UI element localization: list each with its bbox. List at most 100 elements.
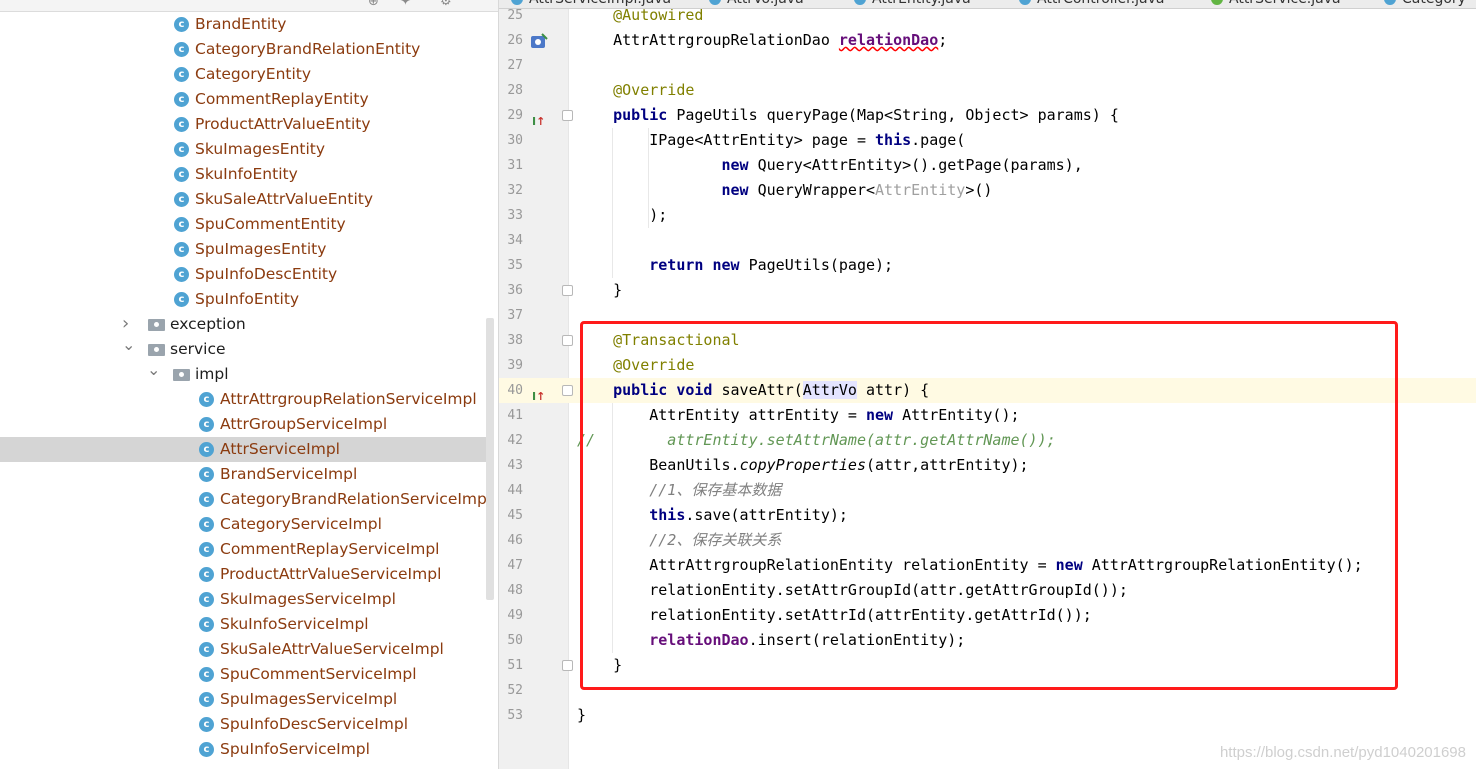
tree-item-SkuSaleAttrValueEntity[interactable]: c SkuSaleAttrValueEntity (0, 187, 490, 212)
tree-folder-impl[interactable]: ⌄ impl (0, 360, 490, 387)
indent-guide (648, 128, 649, 228)
code-line[interactable]: 32 new QueryWrapper<AttrEntity>() (499, 178, 1476, 203)
code-line[interactable]: 26 AttrAttrgroupRelationDao relationDao; (499, 28, 1476, 53)
tree-item-label: SkuSaleAttrValueEntity (195, 190, 374, 208)
line-number: 40 (507, 383, 523, 398)
line-number: 44 (507, 483, 523, 498)
code-line[interactable]: 34 (499, 228, 1476, 253)
tree-item-SpuInfoServiceImpl[interactable]: c SpuInfoServiceImpl (0, 737, 490, 762)
editor-tab[interactable]: AttrEntity.java (854, 0, 971, 8)
tree-item-CategoryBrandRelationServiceImpl[interactable]: c CategoryBrandRelationServiceImpl (0, 487, 492, 512)
tab-label: AttrEntity.java (872, 0, 971, 7)
tree-item-SkuInfoEntity[interactable]: c SkuInfoEntity (0, 162, 490, 187)
tree-item-SkuInfoServiceImpl[interactable]: c SkuInfoServiceImpl (0, 612, 490, 637)
code-line[interactable]: 27 (499, 53, 1476, 78)
gear-icon[interactable]: ⚙ (440, 0, 452, 9)
code-line[interactable]: 35 return new PageUtils(page); (499, 253, 1476, 278)
tree-folder-label: service (170, 340, 226, 358)
tree-item-AttrAttrgroupRelationServiceImpl[interactable]: c AttrAttrgroupRelationServiceImpl (0, 387, 490, 412)
tree-item-ProductAttrValueEntity[interactable]: c ProductAttrValueEntity (0, 112, 490, 137)
code-text: } (577, 281, 623, 299)
tree-item-label: SpuImagesEntity (195, 240, 327, 258)
pin-icon[interactable]: ✦ (400, 0, 411, 9)
tree-item-SkuImagesServiceImpl[interactable]: c SkuImagesServiceImpl (0, 587, 490, 612)
code-line[interactable]: 28 @Override (499, 78, 1476, 103)
java-class-icon: c (174, 142, 189, 157)
tree-item-CategoryEntity[interactable]: c CategoryEntity (0, 62, 490, 87)
tree-item-label: SkuInfoServiceImpl (220, 615, 369, 633)
package-folder-icon (148, 344, 165, 356)
java-class-icon: c (174, 267, 189, 282)
code-line[interactable]: 29 Ⅰ↑ public PageUtils queryPage(Map<Stri… (499, 103, 1476, 128)
editor-tab[interactable]: AttrServiceImpl.java (511, 0, 671, 8)
java-class-icon: c (174, 217, 189, 232)
code-line[interactable]: 31 new Query<AttrEntity>().getPage(param… (499, 153, 1476, 178)
tree-folder-service[interactable]: ⌄ service (0, 335, 490, 362)
tree-item-label: CategoryBrandRelationServiceImpl (220, 490, 492, 508)
editor-tab[interactable]: AttrController.java (1019, 0, 1164, 8)
tree-item-SpuImagesServiceImpl[interactable]: c SpuImagesServiceImpl (0, 687, 490, 712)
editor-tab[interactable]: AttrVo.java (709, 0, 804, 8)
tree-item-label: CategoryServiceImpl (220, 515, 382, 533)
line-number: 34 (507, 233, 523, 248)
line-number: 52 (507, 683, 523, 698)
tree-item-CommentReplayEntity[interactable]: c CommentReplayEntity (0, 87, 490, 112)
code-text: IPage<AttrEntity> page = this.page( (577, 131, 966, 149)
tree-item-label: SkuImagesEntity (195, 140, 326, 158)
line-number: 27 (507, 58, 523, 73)
java-class-icon: c (174, 42, 189, 57)
tree-item-label: SpuInfoServiceImpl (220, 740, 370, 758)
highlight-annotation-box (580, 321, 1398, 690)
tree-item-label: SpuInfoEntity (195, 290, 300, 308)
tree-item-label: CommentReplayServiceImpl (220, 540, 440, 558)
java-file-icon (1211, 0, 1223, 5)
tree-item-BrandEntity[interactable]: c BrandEntity (0, 12, 490, 37)
java-class-icon: c (199, 567, 214, 582)
tree-item-AttrGroupServiceImpl[interactable]: c AttrGroupServiceImpl (0, 412, 490, 437)
code-text: new QueryWrapper<AttrEntity>() (721, 181, 993, 199)
code-text: AttrAttrgroupRelationDao relationDao; (577, 31, 948, 49)
tree-item-SpuCommentEntity[interactable]: c SpuCommentEntity (0, 212, 490, 237)
code-line[interactable]: 30 IPage<AttrEntity> page = this.page( (499, 128, 1476, 153)
chevron-down-icon[interactable]: ⌄ (147, 357, 160, 382)
fold-marker-icon[interactable] (562, 110, 573, 121)
line-number: 29 (507, 108, 523, 123)
fold-marker-icon[interactable] (562, 660, 573, 671)
tree-item-label: SkuInfoEntity (195, 165, 298, 183)
tree-item-SkuImagesEntity[interactable]: c SkuImagesEntity (0, 137, 490, 162)
line-number: 39 (507, 358, 523, 373)
editor-tab[interactable]: Category (1384, 0, 1466, 8)
tree-item-SpuInfoEntity[interactable]: c SpuInfoEntity (0, 287, 490, 312)
tree-item-ProductAttrValueServiceImpl[interactable]: c ProductAttrValueServiceImpl (0, 562, 490, 587)
tree-item-SpuInfoDescServiceImpl[interactable]: c SpuInfoDescServiceImpl (0, 712, 490, 737)
tree-item-CategoryBrandRelationEntity[interactable]: c CategoryBrandRelationEntity (0, 37, 490, 62)
tree-item-AttrServiceImpl[interactable]: c AttrServiceImpl (0, 437, 490, 462)
settings-icon[interactable]: ⊕ (368, 0, 379, 9)
tree-item-label: SpuCommentEntity (195, 215, 346, 233)
fold-marker-icon[interactable] (562, 285, 573, 296)
tree-item-SpuImagesEntity[interactable]: c SpuImagesEntity (0, 237, 490, 262)
tree-item-CommentReplayServiceImpl[interactable]: c CommentReplayServiceImpl (0, 537, 490, 562)
tree-scrollbar[interactable] (486, 318, 494, 600)
tree-item-BrandServiceImpl[interactable]: c BrandServiceImpl (0, 462, 490, 487)
tree-item-SpuCommentServiceImpl[interactable]: c SpuCommentServiceImpl (0, 662, 490, 687)
editor-tab[interactable]: AttrService.java (1211, 0, 1341, 8)
bean-navigation-icon[interactable] (530, 32, 548, 49)
java-class-icon: c (199, 717, 214, 732)
tree-item-SkuSaleAttrValueServiceImpl[interactable]: c SkuSaleAttrValueServiceImpl (0, 637, 490, 662)
code-line[interactable]: 36 } (499, 278, 1476, 303)
tree-item-label: SkuSaleAttrValueServiceImpl (220, 640, 444, 658)
tree-item-SpuInfoDescEntity[interactable]: c SpuInfoDescEntity (0, 262, 490, 287)
fold-marker-icon[interactable] (562, 335, 573, 346)
line-number: 51 (507, 658, 523, 673)
java-file-icon (1384, 0, 1396, 5)
chevron-down-icon[interactable]: ⌄ (122, 332, 135, 357)
fold-marker-icon[interactable] (562, 385, 573, 396)
tree-item-CategoryServiceImpl[interactable]: c CategoryServiceImpl (0, 512, 490, 537)
java-class-icon: c (199, 542, 214, 557)
code-line[interactable]: 33 ); (499, 203, 1476, 228)
code-line[interactable]: 53} (499, 703, 1476, 728)
code-text: new Query<AttrEntity>().getPage(params), (721, 156, 1083, 174)
java-class-icon: c (199, 642, 214, 657)
tree-folder-exception[interactable]: › exception (0, 312, 490, 337)
